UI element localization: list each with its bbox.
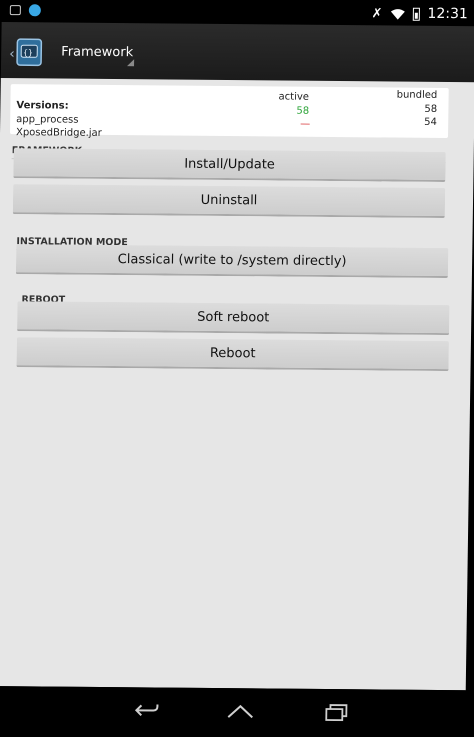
install-update-button[interactable]: Install/Update (13, 148, 446, 183)
active-app-process-version: 58 (296, 105, 310, 117)
status-time: 12:31 (427, 5, 468, 23)
bundled-column-header: bundled (396, 89, 438, 101)
back-icon[interactable] (131, 701, 159, 719)
notification-box-icon (9, 5, 21, 16)
app-process-label: app_process (16, 114, 79, 126)
navigation-bar (0, 686, 466, 737)
dropdown-caret-icon[interactable] (127, 59, 135, 67)
page-title[interactable]: Framework (61, 45, 133, 61)
svg-text:‹: ‹ (9, 46, 15, 62)
battery-icon (412, 7, 420, 21)
reboot-button[interactable]: Reboot (16, 337, 449, 372)
wifi-icon (390, 8, 405, 20)
chat-bubble-icon (28, 4, 41, 17)
uninstall-button[interactable]: Uninstall (12, 184, 446, 219)
framework-content: Versions: app_process XposedBridge.jar a… (0, 78, 474, 691)
recent-apps-icon[interactable] (323, 703, 349, 722)
home-icon[interactable] (225, 702, 255, 720)
action-bar: ‹ {} Framework (0, 22, 474, 85)
muted-icon: ✗ (371, 5, 383, 21)
installation-mode-spinner[interactable]: Classical (write to /system directly) (15, 244, 449, 279)
bundled-app-process-version: 58 (424, 103, 438, 115)
active-column-header: active (278, 91, 310, 103)
bundled-xposedbridge-version: 54 (424, 116, 438, 128)
xposedbridge-label: XposedBridge.jar (15, 127, 102, 139)
versions-label: Versions: (16, 100, 69, 112)
versions-card: Versions: app_process XposedBridge.jar a… (9, 84, 449, 139)
active-xposedbridge-version: — (300, 118, 311, 130)
soft-reboot-button[interactable]: Soft reboot (17, 301, 450, 336)
xposed-app-icon[interactable]: ‹ {} (9, 36, 49, 68)
device-screen: ✗ 12:31 ‹ {} Framework Versions: app_pro… (0, 0, 474, 737)
svg-text:{}: {} (23, 48, 33, 57)
